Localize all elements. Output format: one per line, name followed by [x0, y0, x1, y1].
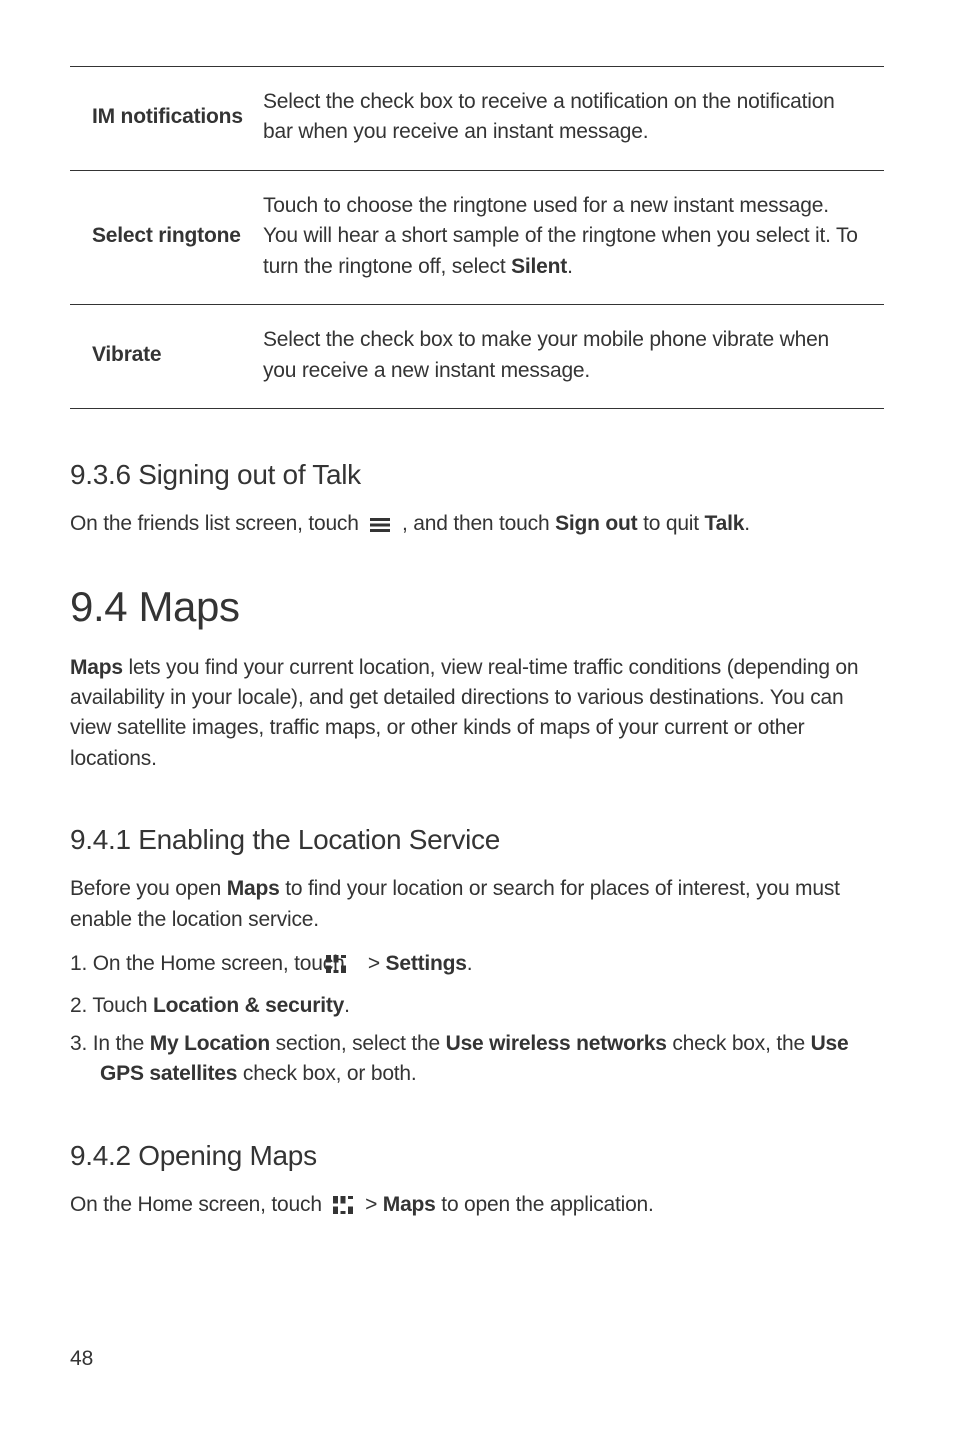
- apps-grid-icon: [333, 1193, 353, 1223]
- setting-desc-im-notifications: Select the check box to receive a notifi…: [257, 67, 884, 171]
- setting-label-vibrate: Vibrate: [70, 305, 257, 409]
- maps-intro-paragraph: Maps lets you find your current location…: [70, 653, 884, 775]
- menu-icon: [370, 512, 390, 542]
- setting-desc-vibrate: Select the check box to make your mobile…: [257, 305, 884, 409]
- list-item: 2. Touch Location & security.: [70, 991, 884, 1021]
- opening-maps-paragraph: On the Home screen, touch > Maps to open…: [70, 1190, 884, 1223]
- signing-out-paragraph: On the friends list screen, touch , and …: [70, 509, 884, 542]
- talk-settings-table: IM notifications Select the check box to…: [70, 66, 884, 409]
- enable-location-steps: 1. On the Home screen, touch > Settings.…: [70, 949, 884, 1090]
- page-number: 48: [70, 1347, 93, 1371]
- list-item: 1. On the Home screen, touch > Settings.: [70, 949, 884, 982]
- setting-desc-select-ringtone: Touch to choose the ringtone used for a …: [257, 170, 884, 304]
- list-item: 3. In the My Location section, select th…: [70, 1029, 884, 1090]
- heading-enabling-location-service: 9.4.1 Enabling the Location Service: [70, 824, 884, 856]
- table-row: IM notifications Select the check box to…: [70, 67, 884, 171]
- setting-label-im-notifications: IM notifications: [70, 67, 257, 171]
- setting-label-select-ringtone: Select ringtone: [70, 170, 257, 304]
- table-row: Select ringtone Touch to choose the ring…: [70, 170, 884, 304]
- heading-signing-out-of-talk: 9.3.6 Signing out of Talk: [70, 459, 884, 491]
- heading-opening-maps: 9.4.2 Opening Maps: [70, 1140, 884, 1172]
- heading-maps: 9.4 Maps: [70, 583, 884, 631]
- enable-location-paragraph: Before you open Maps to find your locati…: [70, 874, 884, 935]
- table-row: Vibrate Select the check box to make you…: [70, 305, 884, 409]
